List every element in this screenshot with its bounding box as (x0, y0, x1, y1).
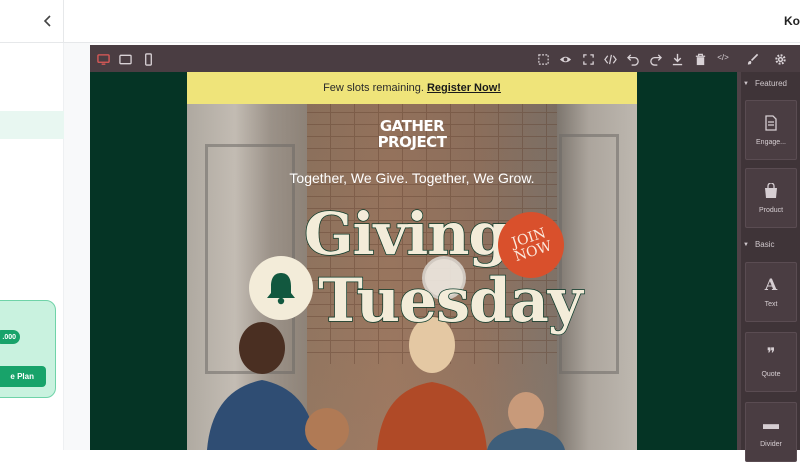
download-icon[interactable] (668, 50, 686, 68)
logo-line-1: GATHER (379, 117, 445, 135)
basic-section-title: Basic (754, 240, 775, 249)
hero-image[interactable]: GATHER PROJECT Together, We Give. Togeth… (187, 104, 637, 450)
block-label: Divider (760, 440, 782, 448)
email-canvas[interactable]: Few slots remaining. Register Now! GATHE… (187, 72, 637, 450)
blocks-panel: ▼ Featured Engage... Product ▼ Basic A T… (737, 72, 800, 462)
style-brush-icon[interactable] (743, 50, 761, 68)
fullscreen-icon[interactable] (579, 50, 597, 68)
undo-icon[interactable] (624, 50, 642, 68)
back-button[interactable] (38, 10, 58, 32)
block-label: Product (758, 206, 784, 214)
plan-price-badge: .000 (0, 330, 20, 344)
html-code-icon[interactable]: </> (714, 48, 732, 66)
header-divider (63, 0, 64, 43)
block-product[interactable]: Product (745, 168, 797, 228)
chevron-left-icon (43, 15, 51, 27)
caret-down-icon: ▼ (743, 241, 749, 248)
shopping-bag-icon (765, 182, 777, 198)
logo-line-2: PROJECT (377, 133, 447, 151)
mobile-view-icon[interactable] (139, 50, 157, 68)
user-name[interactable]: Kol (784, 14, 800, 28)
quote-icon: ❞ (766, 345, 776, 363)
select-outline-icon[interactable] (534, 50, 552, 68)
settings-gear-icon[interactable] (771, 50, 789, 68)
block-divider[interactable]: ▬ Divider (745, 402, 797, 462)
code-view-icon[interactable] (601, 50, 619, 68)
block-engage[interactable]: Engage... (745, 100, 797, 160)
brand-logo: GATHER PROJECT (187, 118, 637, 150)
upgrade-plan-button[interactable]: e Plan (0, 366, 46, 387)
sidebar-active-item[interactable] (0, 111, 64, 139)
redo-icon[interactable] (646, 50, 664, 68)
tagline: Together, We Give. Together, We Grow. (289, 170, 535, 186)
divider-icon: ▬ (763, 415, 779, 433)
banner-text: Few slots remaining. (323, 82, 424, 94)
block-label: Engage... (756, 138, 786, 146)
top-bar: Kol (0, 0, 800, 43)
tablet-view-icon[interactable] (116, 50, 134, 68)
desktop-view-icon[interactable] (94, 50, 112, 68)
document-icon (765, 114, 777, 131)
featured-section-header[interactable]: ▼ Featured (743, 79, 787, 88)
text-A-icon: A (764, 274, 778, 294)
delete-icon[interactable] (691, 50, 709, 68)
block-label: Quote (761, 370, 781, 378)
block-text[interactable]: A Text (745, 262, 797, 322)
block-quote[interactable]: ❞ Quote (745, 332, 797, 392)
canvas-gutter (64, 43, 90, 450)
announcement-banner[interactable]: Few slots remaining. Register Now! (187, 72, 637, 104)
blocks-scrollbar[interactable] (737, 72, 741, 450)
register-now-link[interactable]: Register Now! (427, 82, 501, 94)
email-editor: </> Few slots remaining. Register Now! G… (90, 45, 800, 462)
title-giving: Giving (303, 199, 510, 269)
bell-icon (249, 256, 313, 320)
editor-toolbar: </> (90, 45, 800, 72)
block-label: Text (764, 300, 778, 308)
caret-down-icon: ▼ (743, 80, 749, 87)
featured-section-title: Featured (754, 79, 787, 88)
basic-section-header[interactable]: ▼ Basic (743, 240, 775, 249)
preview-eye-icon[interactable] (556, 50, 574, 68)
